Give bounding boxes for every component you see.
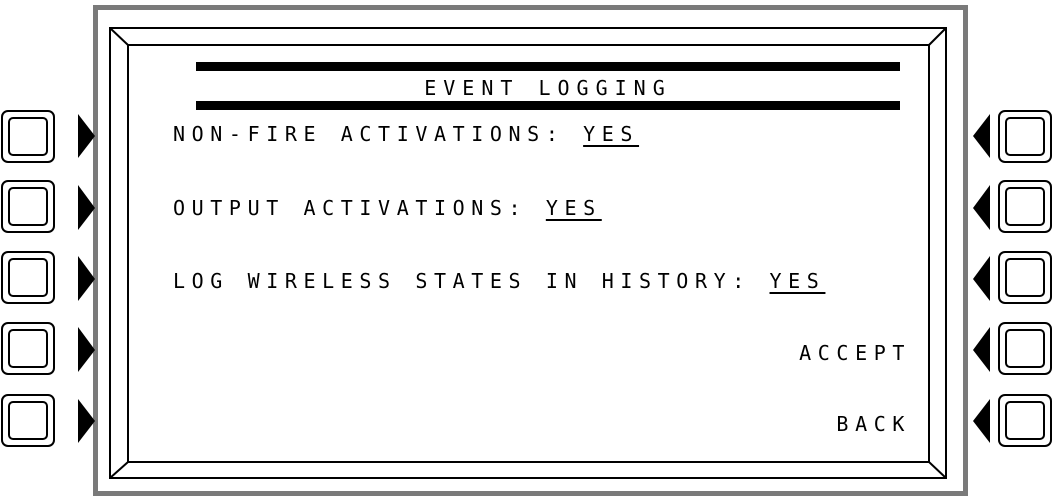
left-softkey-2[interactable]	[1, 180, 59, 238]
right-softkey-3[interactable]	[998, 251, 1055, 309]
left-softkey-1[interactable]	[1, 110, 59, 168]
title-bar-top	[196, 62, 900, 71]
right-softkey-2[interactable]	[998, 180, 1055, 238]
option-value: YES	[545, 196, 602, 220]
accept-option[interactable]: ACCEPT	[799, 341, 911, 365]
screen-title: EVENT LOGGING	[424, 76, 672, 100]
option-label: NON-FIRE ACTIVATIONS:	[173, 122, 584, 146]
option-label: LOG WIRELESS STATES IN HISTORY:	[173, 269, 770, 293]
option-value: YES	[769, 269, 826, 293]
right-softkey-4[interactable]	[998, 322, 1055, 380]
option-log-wireless-states[interactable]: LOG WIRELESS STATES IN HISTORY: YES	[173, 269, 825, 293]
option-output-activations[interactable]: OUTPUT ACTIVATIONS: YES	[173, 196, 602, 220]
left-softkey-3[interactable]	[1, 251, 59, 309]
right-softkey-1[interactable]	[998, 110, 1055, 168]
option-value: YES	[583, 122, 640, 146]
back-option[interactable]: BACK	[836, 412, 911, 436]
option-label: OUTPUT ACTIVATIONS:	[173, 196, 546, 220]
option-non-fire-activations[interactable]: NON-FIRE ACTIVATIONS: YES	[173, 122, 639, 146]
left-softkey-5[interactable]	[1, 394, 59, 452]
left-softkey-4[interactable]	[1, 322, 59, 380]
title-bar-bottom	[196, 101, 900, 110]
right-softkey-5[interactable]	[998, 394, 1055, 452]
